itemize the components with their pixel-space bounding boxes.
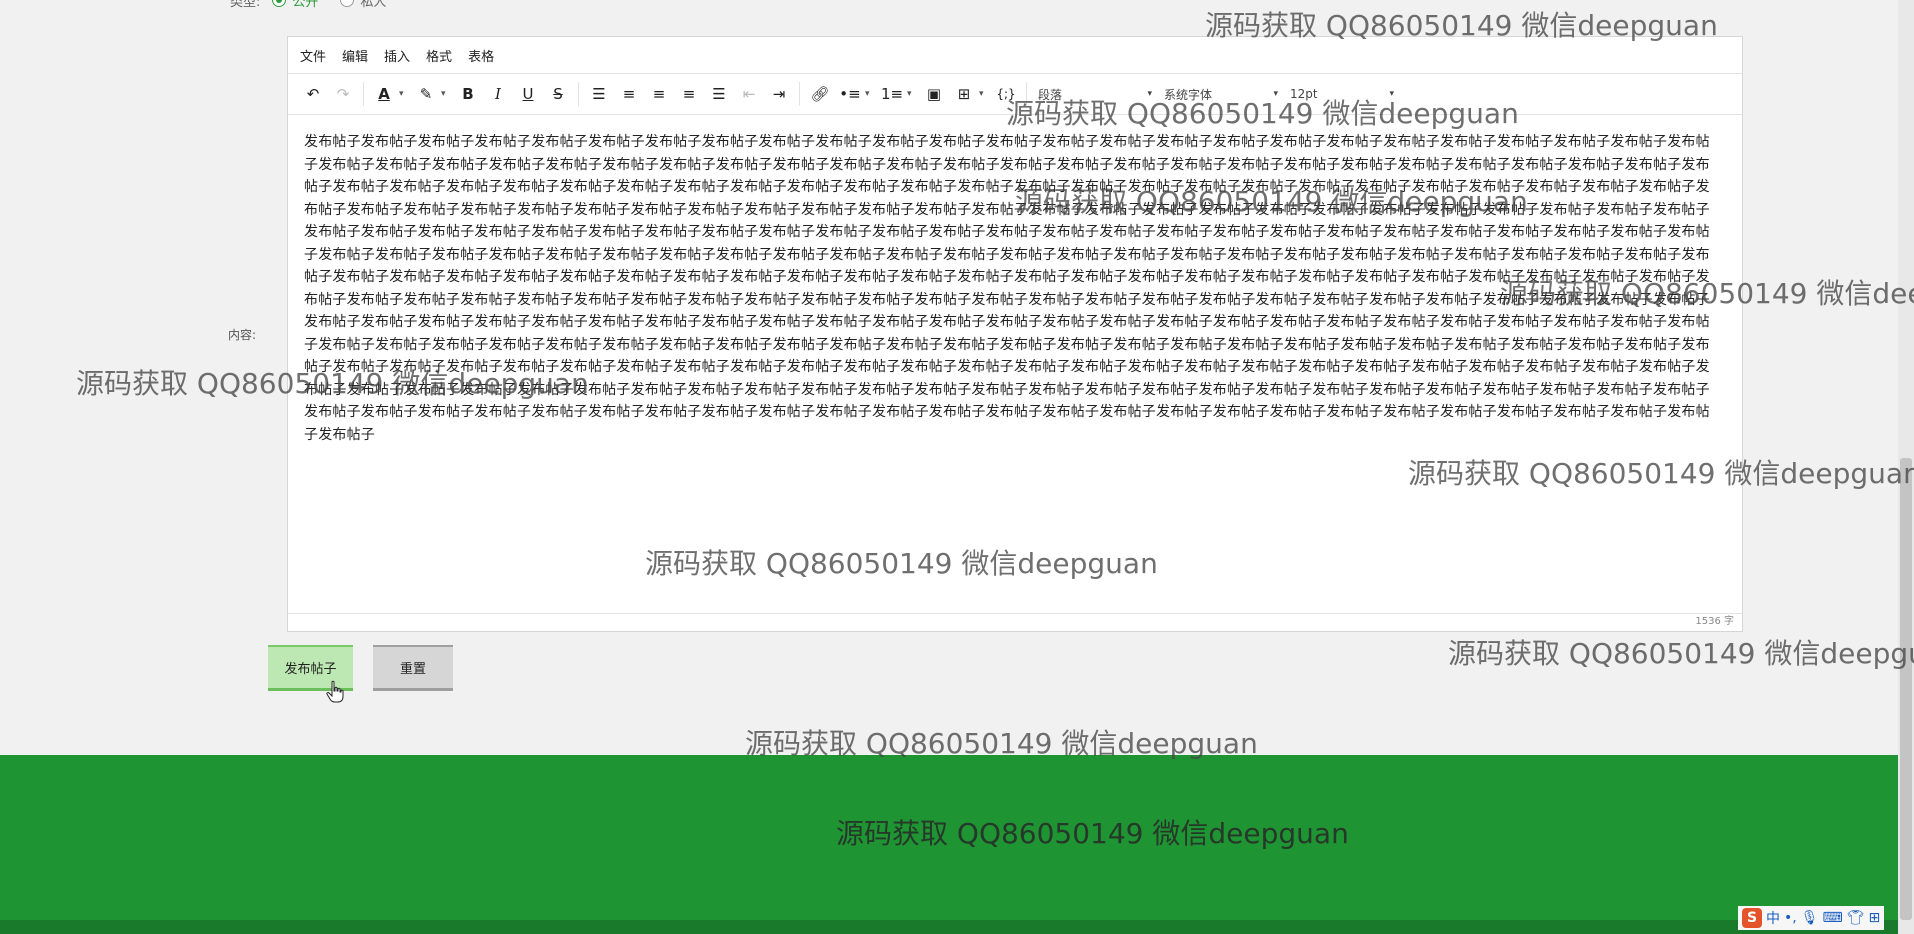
toolbar-divider: [1026, 82, 1027, 106]
rich-text-editor: 文件 编辑 插入 格式 表格 ↶ ↷ A ▾ ✎ ▾ B I U S ☰ ≡ ≡…: [287, 36, 1743, 632]
chevron-down-icon[interactable]: ▾: [441, 89, 453, 99]
highlight-color-icon[interactable]: ✎: [411, 79, 441, 109]
toolbar-divider: [578, 82, 579, 106]
align-right-icon[interactable]: ≡: [674, 79, 704, 109]
site-footer: [0, 755, 1898, 920]
footer-bottom-bar: [0, 920, 1914, 934]
grid-icon[interactable]: ⊞: [1869, 910, 1881, 926]
type-row: 类型: 公开 私人: [230, 0, 408, 10]
paragraph-select-value: 段落: [1038, 87, 1063, 102]
code-icon[interactable]: {;}: [991, 79, 1021, 109]
content-label: 内容:: [228, 328, 257, 342]
align-justify-icon[interactable]: ☰: [704, 79, 734, 109]
italic-icon[interactable]: I: [483, 79, 513, 109]
font-size-select-value: 12pt: [1290, 87, 1318, 101]
bold-icon[interactable]: B: [453, 79, 483, 109]
shirt-icon[interactable]: 👕︎: [1847, 910, 1865, 926]
keyboard-icon[interactable]: ⌨: [1823, 910, 1843, 926]
table-icon[interactable]: ⊞: [949, 79, 979, 109]
ime-punct[interactable]: •,: [1784, 910, 1797, 926]
menu-insert[interactable]: 插入: [384, 46, 410, 65]
menu-table[interactable]: 表格: [468, 46, 494, 65]
redo-icon[interactable]: ↷: [328, 79, 358, 109]
outdent-icon[interactable]: ⇤: [734, 79, 764, 109]
link-icon[interactable]: 🔗︎: [805, 79, 835, 109]
underline-icon[interactable]: U: [513, 79, 543, 109]
menu-format[interactable]: 格式: [426, 46, 452, 65]
chevron-down-icon[interactable]: ▾: [907, 89, 919, 99]
bullet-list-icon[interactable]: •≡: [835, 79, 865, 109]
chevron-down-icon: ▾: [1389, 89, 1394, 99]
radio-public[interactable]: [272, 0, 287, 7]
editor-content[interactable]: 发布帖子发布帖子发布帖子发布帖子发布帖子发布帖子发布帖子发布帖子发布帖子发布帖子…: [304, 131, 1718, 563]
numbered-list-icon[interactable]: 1≡: [877, 79, 907, 109]
ime-toolbar: S 中 •, 🎙︎ ⌨ 👕︎ ⊞: [1738, 906, 1885, 930]
image-icon[interactable]: ▣: [919, 79, 949, 109]
scrollbar-thumb[interactable]: [1900, 458, 1912, 920]
strikethrough-icon[interactable]: S: [543, 79, 573, 109]
toolbar-divider: [363, 82, 364, 106]
align-left-icon[interactable]: ≡: [614, 79, 644, 109]
watermark: 源码获取 QQ86050149 微信deepguan: [1448, 637, 1914, 670]
text-color-icon[interactable]: A: [369, 79, 399, 109]
paragraph-select[interactable]: 段落 ▾: [1032, 86, 1158, 103]
font-family-select-value: 系统字体: [1164, 87, 1213, 102]
chevron-down-icon[interactable]: ▾: [399, 89, 411, 99]
toolbar-divider: [799, 82, 800, 106]
hand-cursor-icon: [326, 680, 344, 703]
ime-lang[interactable]: 中: [1766, 908, 1780, 928]
chevron-down-icon: ▾: [1273, 89, 1278, 99]
radio-private[interactable]: [340, 0, 355, 7]
sogou-logo-icon[interactable]: S: [1742, 908, 1762, 928]
chevron-down-icon[interactable]: ▾: [979, 89, 991, 99]
reset-button[interactable]: 重置: [373, 645, 453, 691]
editor-menubar: 文件 编辑 插入 格式 表格: [288, 37, 1742, 74]
mic-icon[interactable]: 🎙︎: [1801, 910, 1819, 926]
type-label: 类型:: [230, 0, 261, 10]
font-size-select[interactable]: 12pt ▾: [1284, 87, 1400, 101]
align-center-icon[interactable]: ≡: [644, 79, 674, 109]
chevron-down-icon[interactable]: ▾: [865, 89, 877, 99]
menu-file[interactable]: 文件: [300, 46, 326, 65]
chevron-down-icon: ▾: [1147, 89, 1152, 99]
undo-icon[interactable]: ↶: [298, 79, 328, 109]
radio-private-label[interactable]: 私人: [360, 0, 386, 10]
font-family-select[interactable]: 系统字体 ▾: [1158, 86, 1284, 103]
line-height-icon[interactable]: ☰: [584, 79, 614, 109]
editor-toolbar: ↶ ↷ A ▾ ✎ ▾ B I U S ☰ ≡ ≡ ≡ ☰ ⇤ ⇥ 🔗︎ •≡ …: [288, 74, 1742, 115]
menu-edit[interactable]: 编辑: [342, 46, 368, 65]
word-count: 1536 字: [288, 613, 1742, 631]
radio-public-label[interactable]: 公开: [292, 0, 318, 10]
indent-icon[interactable]: ⇥: [764, 79, 794, 109]
